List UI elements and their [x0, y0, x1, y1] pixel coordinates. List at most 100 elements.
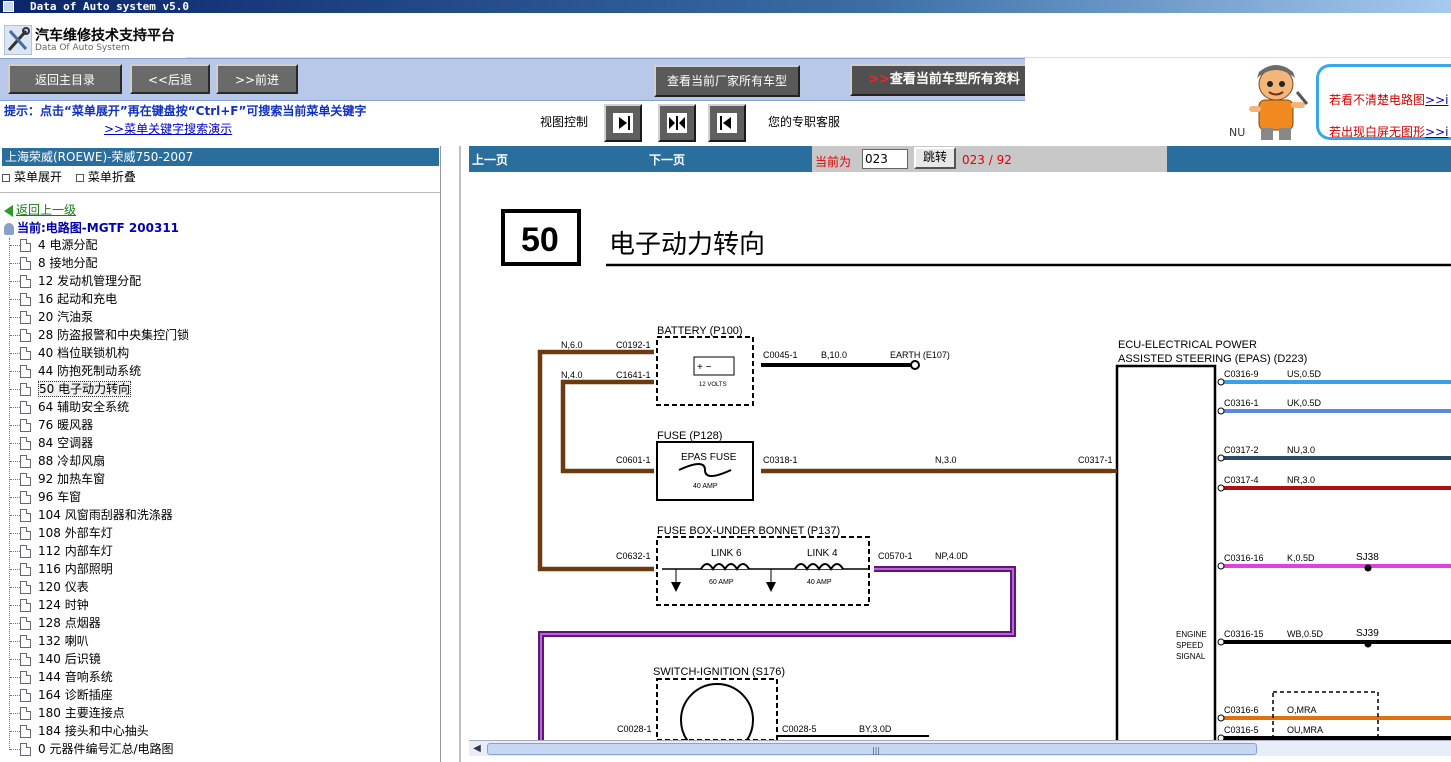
- tools-logo-icon: [4, 25, 32, 55]
- tree-item[interactable]: 64 辅助安全系统: [8, 398, 428, 416]
- tree-item[interactable]: 0 元器件编号汇总/电路图: [8, 740, 428, 758]
- tree-item[interactable]: 104 风窗雨刮器和洗涤器: [8, 506, 428, 524]
- engine-speed-3: SIGNAL: [1176, 652, 1206, 661]
- tree-item[interactable]: 116 内部照明: [8, 560, 428, 578]
- ecu-pin-id: C0316-9: [1224, 369, 1259, 379]
- document-icon: [20, 401, 31, 414]
- wire-n40: N,4.0: [561, 370, 583, 380]
- tree-item[interactable]: 88 冷却风扇: [8, 452, 428, 470]
- wire-b100: B,10.0: [821, 350, 847, 360]
- ecu-pin-terminal: [1217, 562, 1225, 570]
- tree-item[interactable]: 128 点烟器: [8, 614, 428, 632]
- menu-collapse-button[interactable]: 菜单折叠: [75, 170, 136, 184]
- conn-c0318: C0318-1: [763, 455, 798, 465]
- tree-item-label: 44 防抱死制动系统: [38, 364, 142, 378]
- scroll-thumb[interactable]: |||: [487, 743, 1257, 755]
- menu-expand-button[interactable]: 菜单展开: [2, 170, 62, 184]
- tree-connector-line: [10, 551, 20, 552]
- tree-item[interactable]: 164 诊断插座: [8, 686, 428, 704]
- back-button[interactable]: <<后退: [130, 64, 210, 94]
- tree-item[interactable]: 184 接头和中心抽头: [8, 722, 428, 740]
- page-number-input[interactable]: 023: [862, 149, 908, 169]
- tree-item-label: 40 档位联锁机构: [38, 346, 130, 360]
- link4-symbol: [794, 563, 844, 571]
- tree-item[interactable]: 92 加热车窗: [8, 470, 428, 488]
- tree-item[interactable]: 84 空调器: [8, 434, 428, 452]
- wiring-diagram-svg: 50 电子动力转向 BATTERY (P100) + − 12 VOLTS FU…: [501, 209, 1451, 740]
- ecu-pin-id: C0316-15: [1224, 629, 1264, 639]
- conn-c0045: C0045-1: [763, 350, 798, 360]
- help-panel: 若看不清楚电路图>>i 若出现白屏无图形>>i NU: [1025, 58, 1451, 144]
- document-icon: [20, 689, 31, 702]
- menu-controls: 菜单展开 菜单折叠: [2, 168, 146, 185]
- tree-item[interactable]: 132 喇叭: [8, 632, 428, 650]
- ecu-pin-id: C0317-2: [1224, 445, 1259, 455]
- tree-item[interactable]: 8 接地分配: [8, 254, 428, 272]
- tree-item[interactable]: 12 发动机管理分配: [8, 272, 428, 290]
- conn-c0028-5: C0028-5: [782, 724, 817, 734]
- next-page-link[interactable]: 下一页: [649, 151, 685, 168]
- link6-amp: 60 AMP: [709, 579, 734, 586]
- ecu-pin-group: C0316-9 US,0.5D C0316-1 UK,0.5D C0317-2 NU,3.…: [1217, 369, 1451, 740]
- document-icon: [20, 671, 31, 684]
- tree-item[interactable]: 140 后识镜: [8, 650, 428, 668]
- forward-button[interactable]: >>前进: [216, 64, 298, 94]
- tree-connector-line: [10, 389, 20, 390]
- sidebar-splitter[interactable]: [459, 146, 461, 762]
- tree-item[interactable]: 108 外部车灯: [8, 524, 428, 542]
- tree-item[interactable]: 96 车窗: [8, 488, 428, 506]
- help-link-blurry[interactable]: >>i: [1425, 93, 1448, 107]
- tree-item[interactable]: 112 内部车灯: [8, 542, 428, 560]
- diagram-hscrollbar[interactable]: ◀ |||: [469, 740, 1451, 756]
- help-line-blank: 若出现白屏无图形>>i: [1329, 123, 1448, 140]
- engine-speed-2: SPEED: [1176, 641, 1203, 650]
- search-demo-link[interactable]: >>菜单关键字搜索演示: [104, 120, 232, 137]
- document-icon: [20, 419, 31, 432]
- fuse-name: EPAS FUSE: [681, 452, 737, 463]
- document-icon: [20, 455, 31, 468]
- tree-item[interactable]: 16 起动和充电: [8, 290, 428, 308]
- tree-item-label: 12 发动机管理分配: [38, 274, 142, 288]
- ecu-pin-terminal: [1217, 378, 1225, 386]
- view-split-button[interactable]: [658, 104, 696, 142]
- tree-item[interactable]: 44 防抱死制动系统: [8, 362, 428, 380]
- tree-item[interactable]: 180 主要连接点: [8, 704, 428, 722]
- help-link-blank[interactable]: >>i: [1425, 125, 1448, 139]
- tree-item[interactable]: 144 音响系统: [8, 668, 428, 686]
- view-expand-right-button[interactable]: [604, 104, 642, 142]
- battery-label: BATTERY (P100): [657, 325, 743, 337]
- tree-item[interactable]: 120 仪表: [8, 578, 428, 596]
- document-icon: [20, 653, 31, 666]
- prev-page-link[interactable]: 上一页: [472, 151, 508, 168]
- tree-item[interactable]: 124 时钟: [8, 596, 428, 614]
- ecu-label-2: ASSISTED STEERING (EPAS) (D223): [1118, 353, 1307, 365]
- back-up-link[interactable]: 返回上一级: [4, 201, 76, 218]
- document-icon: [20, 383, 31, 396]
- tree-item[interactable]: 76 暖风器: [8, 416, 428, 434]
- ecu-pin-wire: OU,MRA: [1287, 725, 1323, 735]
- ecu-pin-id: C0316-16: [1224, 553, 1264, 563]
- back-home-button[interactable]: 返回主目录: [8, 64, 122, 94]
- view-model-all-button[interactable]: >>查看当前车型所有资料: [850, 64, 1038, 96]
- tree-item[interactable]: 20 汽油泵: [8, 308, 428, 326]
- document-icon: [20, 563, 31, 576]
- ecu-pin-wire: O,MRA: [1287, 705, 1317, 715]
- tree-item[interactable]: 40 档位联锁机构: [8, 344, 428, 362]
- switch-label: SWITCH-IGNITION (S176): [653, 666, 785, 678]
- view-maker-models-button[interactable]: 查看当前厂家所有车型: [654, 65, 800, 97]
- earth-terminal: [910, 360, 920, 370]
- document-icon: [20, 581, 31, 594]
- scroll-left-icon[interactable]: ◀: [471, 743, 483, 755]
- tree-item[interactable]: 28 防盗报警和中央集控门锁: [8, 326, 428, 344]
- jump-button[interactable]: 跳转: [914, 147, 956, 169]
- wire-np40: NP,4.0D: [935, 551, 968, 561]
- document-icon: [20, 311, 31, 324]
- tree-item[interactable]: 50 电子动力转向: [8, 380, 428, 398]
- app-icon: [3, 1, 14, 12]
- view-expand-left-button[interactable]: [708, 104, 746, 142]
- tree-item-label: 144 音响系统: [38, 670, 113, 684]
- tree-item[interactable]: 4 电源分配: [8, 236, 428, 254]
- tree-connector-line: [10, 461, 20, 462]
- tree-connector-line: [10, 749, 20, 750]
- wire-by30: BY,3.0D: [859, 724, 892, 734]
